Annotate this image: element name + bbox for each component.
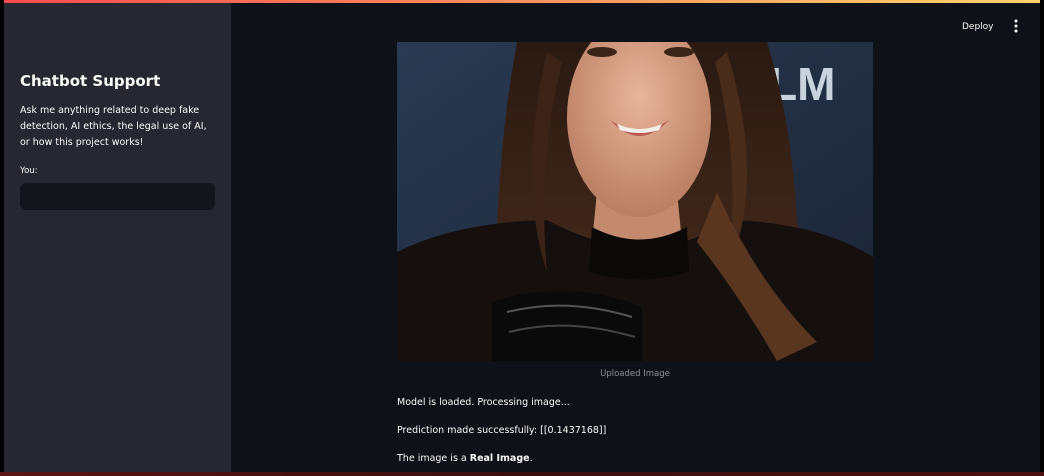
chat-input[interactable] [20,183,215,210]
uploaded-image: LM [397,42,873,361]
vertical-ellipsis-icon [1014,19,1018,33]
main-menu-button[interactable] [1007,16,1025,36]
status-model-loaded: Model is loaded. Processing image... [397,397,570,408]
result-message: The image is a Real Image. [397,453,533,464]
result-suffix: . [529,453,533,464]
sidebar-description: Ask me anything related to deep fake det… [20,105,207,148]
image-caption: Uploaded Image [600,369,670,379]
portrait-photo: LM [397,42,873,361]
sidebar-title: Chatbot Support [20,72,161,90]
result-value: Real Image [469,453,530,464]
sidebar: Chatbot Support Ask me anything related … [4,3,231,472]
bottom-strip [0,472,1044,476]
deploy-button[interactable]: Deploy [962,18,994,36]
status-prediction: Prediction made successfully: [[0.143716… [397,425,607,436]
app-window: Chatbot Support Ask me anything related … [4,0,1040,472]
chat-input-label: You: [20,166,38,176]
result-prefix: The image is a [397,453,470,464]
